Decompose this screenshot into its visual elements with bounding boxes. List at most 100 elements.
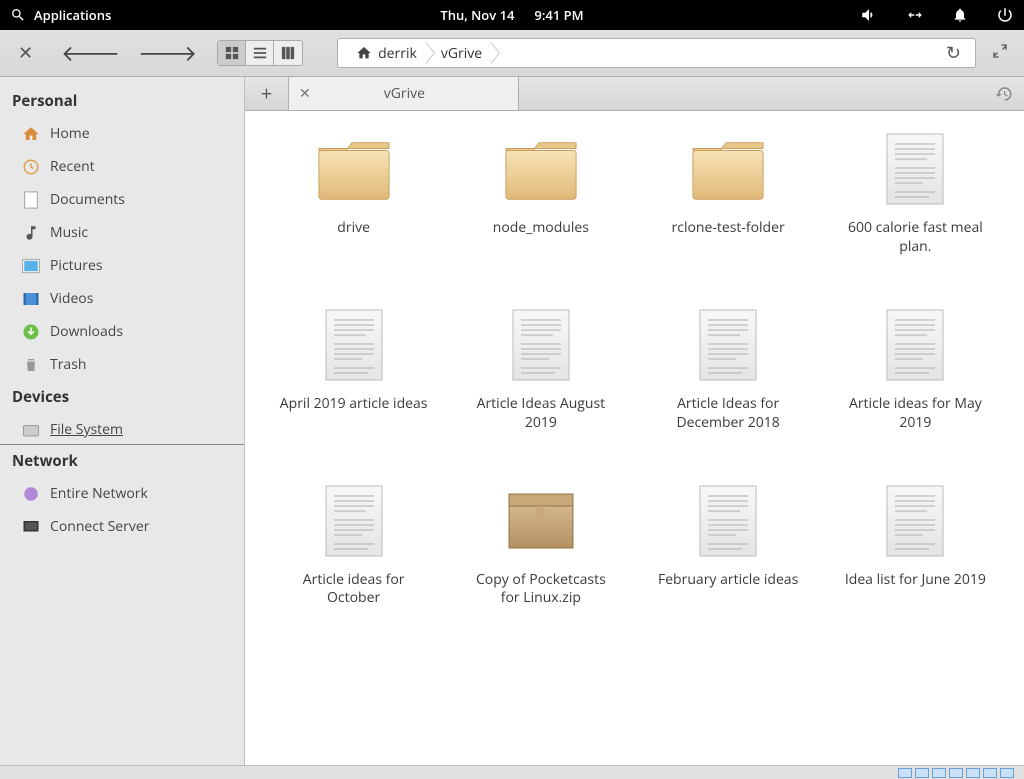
document-icon — [501, 307, 581, 383]
applications-label: Applications — [34, 6, 111, 24]
file-label: drive — [337, 219, 370, 238]
breadcrumb-current[interactable]: vGrive — [427, 39, 492, 67]
taskbar-app[interactable] — [983, 768, 997, 778]
desktop-bottom-panel — [0, 765, 1024, 779]
compact-mode-button[interactable] — [986, 36, 1014, 70]
videos-icon — [22, 290, 40, 308]
file-item[interactable]: Idea list for June 2019 — [827, 483, 1004, 609]
sidebar-item-music[interactable]: Music — [0, 216, 244, 249]
tab-vgrive[interactable]: ✕ vGrive — [289, 77, 519, 110]
document-icon — [314, 483, 394, 559]
file-label: Copy of Pocketcasts for Linux.zip — [466, 571, 616, 609]
server-icon — [22, 518, 40, 536]
folder-icon — [688, 131, 768, 207]
sidebar-item-downloads[interactable]: Downloads — [0, 315, 244, 348]
taskbar-app[interactable] — [915, 768, 929, 778]
sidebar-item-trash[interactable]: Trash — [0, 348, 244, 381]
sidebar-item-entire-network[interactable]: Entire Network — [0, 477, 244, 510]
trash-icon — [22, 356, 40, 374]
file-label: Idea list for June 2019 — [845, 571, 986, 590]
sidebar-item-connect-server[interactable]: Connect Server — [0, 510, 244, 543]
file-label: rclone-test-folder — [672, 219, 785, 238]
taskbar-app[interactable] — [932, 768, 946, 778]
file-label: Article Ideas August 2019 — [466, 395, 616, 433]
taskbar-app[interactable] — [966, 768, 980, 778]
path-breadcrumb: derrik vGrive ↻ — [337, 38, 976, 68]
document-icon — [688, 483, 768, 559]
sidebar-item-pictures[interactable]: Pictures — [0, 249, 244, 282]
file-item[interactable]: Article Ideas August 2019 — [452, 307, 629, 433]
column-view-button[interactable] — [274, 41, 302, 65]
reload-button[interactable]: ↻ — [940, 41, 967, 65]
document-icon — [875, 483, 955, 559]
download-icon — [22, 323, 40, 341]
folder-icon — [314, 131, 394, 207]
tab-bar: + ✕ vGrive — [245, 77, 1024, 111]
file-item[interactable]: April 2019 article ideas — [265, 307, 442, 433]
notifications-icon[interactable] — [952, 7, 968, 23]
taskbar-app[interactable] — [1000, 768, 1014, 778]
file-grid[interactable]: drive node_modules rclone-test-folder 600 c… — [245, 111, 1024, 765]
home-icon — [22, 125, 40, 143]
forward-button[interactable]: 🡒 — [138, 38, 197, 68]
applications-menu[interactable]: Applications — [10, 6, 111, 24]
file-item[interactable]: drive — [265, 131, 442, 257]
recent-icon — [22, 158, 40, 176]
file-view: + ✕ vGrive drive node_modules rclone-test-… — [245, 77, 1024, 765]
desktop-top-panel: Applications Thu, Nov 14 9:41 PM — [0, 0, 1024, 30]
taskbar-app[interactable] — [949, 768, 963, 778]
close-window-button[interactable]: ✕ — [10, 41, 41, 65]
document-icon — [22, 191, 40, 209]
document-icon — [875, 131, 955, 207]
back-button[interactable]: 🡐 — [61, 38, 120, 68]
file-item[interactable]: Article ideas for October — [265, 483, 442, 609]
clock-area[interactable]: Thu, Nov 14 9:41 PM — [440, 6, 583, 24]
new-tab-button[interactable]: + — [245, 77, 289, 110]
places-sidebar: Personal Home Recent Documents Music Pic… — [0, 77, 245, 765]
document-icon — [688, 307, 768, 383]
file-label: April 2019 article ideas — [280, 395, 428, 414]
close-tab-button[interactable]: ✕ — [299, 84, 311, 103]
music-icon — [22, 224, 40, 242]
globe-icon — [22, 485, 40, 503]
file-label: Article ideas for October — [279, 571, 429, 609]
sidebar-item-home[interactable]: Home — [0, 117, 244, 150]
file-item[interactable]: Copy of Pocketcasts for Linux.zip — [452, 483, 629, 609]
file-label: February article ideas — [658, 571, 798, 590]
folder-icon — [501, 131, 581, 207]
history-button[interactable] — [984, 77, 1024, 110]
file-item[interactable]: Article Ideas for December 2018 — [640, 307, 817, 433]
sidebar-section-network: Network — [0, 445, 244, 477]
sidebar-item-recent[interactable]: Recent — [0, 150, 244, 183]
volume-icon[interactable] — [860, 6, 878, 24]
sidebar-section-personal: Personal — [0, 85, 244, 117]
list-view-button[interactable] — [246, 41, 274, 65]
document-icon — [314, 307, 394, 383]
file-label: 600 calorie fast meal plan. — [840, 219, 990, 257]
icon-view-button[interactable] — [218, 41, 246, 65]
archive-icon — [501, 483, 581, 559]
breadcrumb-home[interactable]: derrik — [342, 39, 427, 67]
sidebar-item-videos[interactable]: Videos — [0, 282, 244, 315]
sidebar-item-documents[interactable]: Documents — [0, 183, 244, 216]
file-label: Article ideas for May 2019 — [840, 395, 990, 433]
network-icon[interactable] — [906, 6, 924, 24]
taskbar-app[interactable] — [898, 768, 912, 778]
file-item[interactable]: Article ideas for May 2019 — [827, 307, 1004, 433]
sidebar-item-filesystem[interactable]: File System — [0, 413, 244, 445]
time-label: 9:41 PM — [534, 6, 583, 24]
file-label: Article Ideas for December 2018 — [653, 395, 803, 433]
home-icon — [356, 45, 372, 61]
file-item[interactable]: rclone-test-folder — [640, 131, 817, 257]
disk-icon — [22, 421, 40, 439]
document-icon — [875, 307, 955, 383]
sidebar-section-devices: Devices — [0, 381, 244, 413]
date-label: Thu, Nov 14 — [440, 6, 514, 24]
file-manager-toolbar: ✕ 🡐 🡒 derrik vGrive ↻ — [0, 30, 1024, 77]
power-icon[interactable] — [996, 6, 1014, 24]
file-label: node_modules — [493, 219, 589, 238]
file-item[interactable]: February article ideas — [640, 483, 817, 609]
file-item[interactable]: node_modules — [452, 131, 629, 257]
pictures-icon — [22, 257, 40, 275]
file-item[interactable]: 600 calorie fast meal plan. — [827, 131, 1004, 257]
